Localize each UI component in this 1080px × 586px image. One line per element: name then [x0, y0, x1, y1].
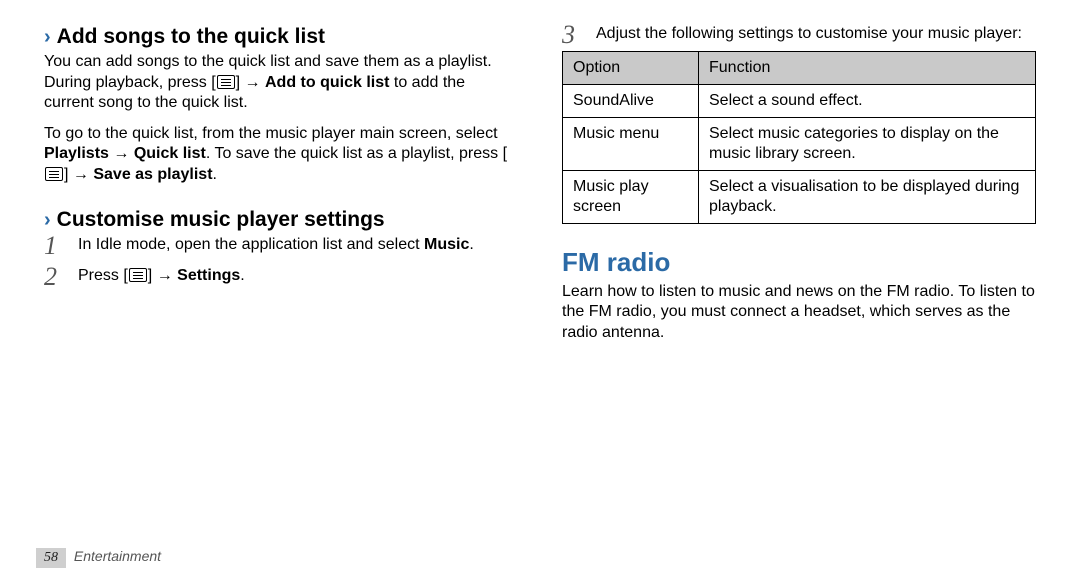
page-content: › Add songs to the quick list You can add… — [0, 0, 1080, 540]
menu-icon — [45, 167, 63, 181]
table-row: Music play screen Select a visualisation… — [563, 170, 1036, 223]
text: ] → — [148, 267, 177, 284]
step-1: In Idle mode, open the application list … — [44, 235, 518, 256]
cell-option: Music play screen — [563, 170, 699, 223]
bold-text: Music — [424, 236, 469, 253]
bold-text: Settings — [177, 267, 240, 284]
th-option: Option — [563, 51, 699, 84]
step-3-text: Adjust the following settings to customi… — [596, 25, 1022, 42]
text: . To save the quick list as a playlist, … — [206, 145, 507, 162]
bold-text: Add to quick list — [265, 74, 389, 91]
heading-customise-text: Customise music player settings — [57, 208, 385, 231]
chevron-icon: › — [44, 26, 51, 48]
cell-option: Music menu — [563, 117, 699, 170]
cell-function: Select music categories to display on th… — [699, 117, 1036, 170]
text: Press [ — [78, 267, 128, 284]
text: ] → — [236, 74, 265, 91]
bold-text: Save as playlist — [93, 166, 212, 183]
table-row: Music menu Select music categories to di… — [563, 117, 1036, 170]
step-2: Press [ ] → Settings. — [44, 266, 518, 287]
page-footer: 58 Entertainment — [36, 548, 161, 568]
text: . — [213, 166, 217, 183]
heading-customise: › Customise music player settings — [44, 207, 518, 233]
text: . — [240, 267, 244, 284]
add-songs-paragraph-2: To go to the quick list, from the music … — [44, 124, 518, 185]
text: In Idle mode, open the application list … — [78, 236, 424, 253]
bold-text: Quick list — [134, 145, 206, 162]
text: → — [109, 145, 134, 162]
chevron-icon: › — [44, 209, 51, 231]
section-name: Entertainment — [74, 548, 161, 564]
cell-function: Select a sound effect. — [699, 84, 1036, 117]
step-number-3: 3 — [562, 18, 575, 52]
text: ] → — [64, 166, 93, 183]
steps-list: In Idle mode, open the application list … — [44, 235, 518, 287]
heading-fm-radio: FM radio — [562, 248, 1036, 278]
step-3: 3 Adjust the following settings to custo… — [562, 24, 1036, 45]
fm-radio-paragraph: Learn how to listen to music and news on… — [562, 282, 1036, 343]
table-row: SoundAlive Select a sound effect. — [563, 84, 1036, 117]
left-column: › Add songs to the quick list You can add… — [44, 24, 518, 540]
add-songs-paragraph-1: You can add songs to the quick list and … — [44, 52, 518, 113]
text: . — [469, 236, 473, 253]
heading-add-songs: › Add songs to the quick list — [44, 24, 518, 50]
menu-icon — [217, 75, 235, 89]
bold-text: Playlists — [44, 145, 109, 162]
right-column: 3 Adjust the following settings to custo… — [562, 24, 1036, 540]
th-function: Function — [699, 51, 1036, 84]
menu-icon — [129, 268, 147, 282]
page-number: 58 — [36, 548, 66, 568]
heading-add-songs-text: Add songs to the quick list — [57, 25, 325, 48]
options-table: Option Function SoundAlive Select a soun… — [562, 51, 1036, 224]
table-header-row: Option Function — [563, 51, 1036, 84]
text: To go to the quick list, from the music … — [44, 125, 498, 142]
cell-option: SoundAlive — [563, 84, 699, 117]
cell-function: Select a visualisation to be displayed d… — [699, 170, 1036, 223]
